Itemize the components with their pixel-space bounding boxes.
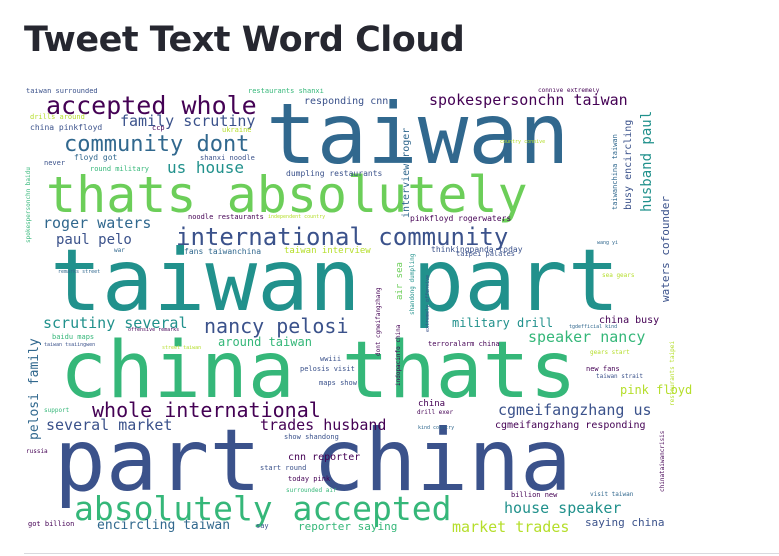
- cloud-word: around taiwan: [218, 335, 312, 349]
- cloud-word: country connive: [500, 139, 546, 145]
- cloud-word: today pink: [288, 475, 331, 483]
- cloud-word: say: [256, 522, 269, 530]
- page-title: Tweet Text Word Cloud: [24, 20, 465, 60]
- cloud-word: taiwan surrounded: [26, 88, 98, 95]
- cloud-word: noodle restaurants: [188, 213, 264, 221]
- cloud-word: terroralarm china: [428, 340, 500, 348]
- bottom-divider: [24, 553, 779, 554]
- cloud-word: taipei palates: [456, 250, 516, 258]
- cloud-word: saying china: [585, 516, 665, 529]
- cloud-word: restaurants shanxi: [248, 88, 324, 95]
- cloud-word: indopacinfo china: [395, 324, 402, 386]
- cloud-word: pelosi family: [27, 338, 42, 440]
- cloud-word: taiwanchina taiwan: [611, 134, 619, 210]
- cloud-word: military drill: [452, 316, 554, 330]
- cloud-word: several market: [46, 416, 173, 434]
- cloud-word: restaurants taipei: [669, 340, 676, 406]
- cloud-word: drills around: [30, 113, 85, 121]
- cloud-word: maps show: [319, 379, 357, 387]
- cloud-word: wang yi: [597, 240, 619, 246]
- cloud-word: shanxi noodle: [200, 154, 255, 162]
- cloud-word: dont cgmeifangzhang: [375, 287, 382, 356]
- cloud-word: street taiwan: [162, 345, 202, 351]
- cloud-word: pink floyd: [620, 383, 693, 397]
- cloud-word: gears start: [590, 349, 630, 356]
- cloud-word: connive extremely: [538, 88, 600, 94]
- cloud-word: visit taiwan: [590, 491, 634, 498]
- cloud-word: busy encircling: [623, 119, 634, 210]
- cloud-word: sea gears: [602, 272, 635, 279]
- cloud-word: dumpling restaurants: [286, 169, 383, 178]
- cloud-word: china: [418, 399, 446, 409]
- cloud-word: show shandong: [284, 433, 339, 441]
- cloud-word: kind country: [418, 425, 455, 431]
- cloud-word: surrounded air: [286, 487, 337, 494]
- cloud-word: billion new: [511, 491, 558, 499]
- cloud-word: spokespersonchn taiwan: [429, 91, 628, 109]
- word-cloud: taiwan thats absolutely taiwan part chin…: [24, 88, 703, 540]
- cloud-word: extremely offensive: [425, 274, 431, 332]
- cloud-word: independent country: [268, 214, 326, 220]
- cloud-word: pinkfloyd rogerwaters: [410, 214, 512, 223]
- cloud-word: roger waters: [43, 214, 152, 232]
- cloud-word: baidu maps: [52, 333, 95, 341]
- cloud-word: trades husband: [260, 416, 387, 434]
- cloud-word: cnn reporter: [288, 452, 361, 463]
- cloud-word: remarks street: [58, 269, 101, 275]
- cloud-word: reporter saying: [298, 520, 398, 533]
- cloud-word: ukraine: [222, 126, 252, 134]
- cloud-word: paul pelo: [56, 232, 132, 248]
- cloud-word: tgdefficial kind: [569, 324, 618, 330]
- cloud-word: cgmeifangzhang responding: [495, 420, 646, 431]
- cloud-word: us house: [167, 158, 245, 177]
- cloud-word: start round: [260, 464, 307, 472]
- cloud-word: husband paul: [639, 110, 655, 212]
- cloud-word: new fans: [586, 365, 620, 373]
- cloud-word: shandong dumpling: [409, 253, 416, 315]
- cloud-word: never: [44, 159, 66, 167]
- cloud-word: taiwan strait: [596, 373, 643, 380]
- cloud-word: waters cofounder: [659, 196, 672, 302]
- cloud-word: floyd got: [74, 153, 118, 162]
- cloud-word: speaker nancy: [528, 328, 646, 346]
- cloud-word: nancy pelosi: [204, 314, 349, 338]
- cloud-word: war: [114, 247, 125, 254]
- cloud-word: responding cnn: [304, 96, 389, 107]
- cloud-word: round military: [90, 165, 150, 173]
- cloud-word: wwiii: [320, 355, 342, 363]
- cloud-word: russia: [26, 448, 48, 455]
- cloud-word: market trades: [452, 518, 570, 536]
- cloud-word: spokespersonchn baidu: [25, 167, 32, 243]
- cloud-word: support: [44, 407, 70, 414]
- cloud-word: got billion: [28, 520, 75, 528]
- cloud-word: pelosis visit: [300, 365, 355, 373]
- cloud-word: interview roger: [401, 127, 412, 218]
- cloud-word: ccp: [152, 124, 165, 132]
- cloud-word: house speaker: [504, 499, 622, 517]
- cloud-word: chinataiwancrisis: [659, 430, 666, 492]
- cloud-word: taiwan interview: [284, 246, 371, 256]
- cloud-word: air sea: [395, 262, 405, 300]
- cloud-word: drill exer: [417, 409, 454, 416]
- cloud-word: offensive remarks: [128, 327, 180, 333]
- cloud-word: china pinkfloyd: [30, 123, 103, 132]
- cloud-word: cgmeifangzhang us: [498, 401, 652, 419]
- cloud-word: taiwan tsaiingwen: [44, 342, 96, 348]
- cloud-word: fans taiwanchina: [184, 247, 262, 256]
- cloud-word: encircling taiwan: [97, 518, 231, 533]
